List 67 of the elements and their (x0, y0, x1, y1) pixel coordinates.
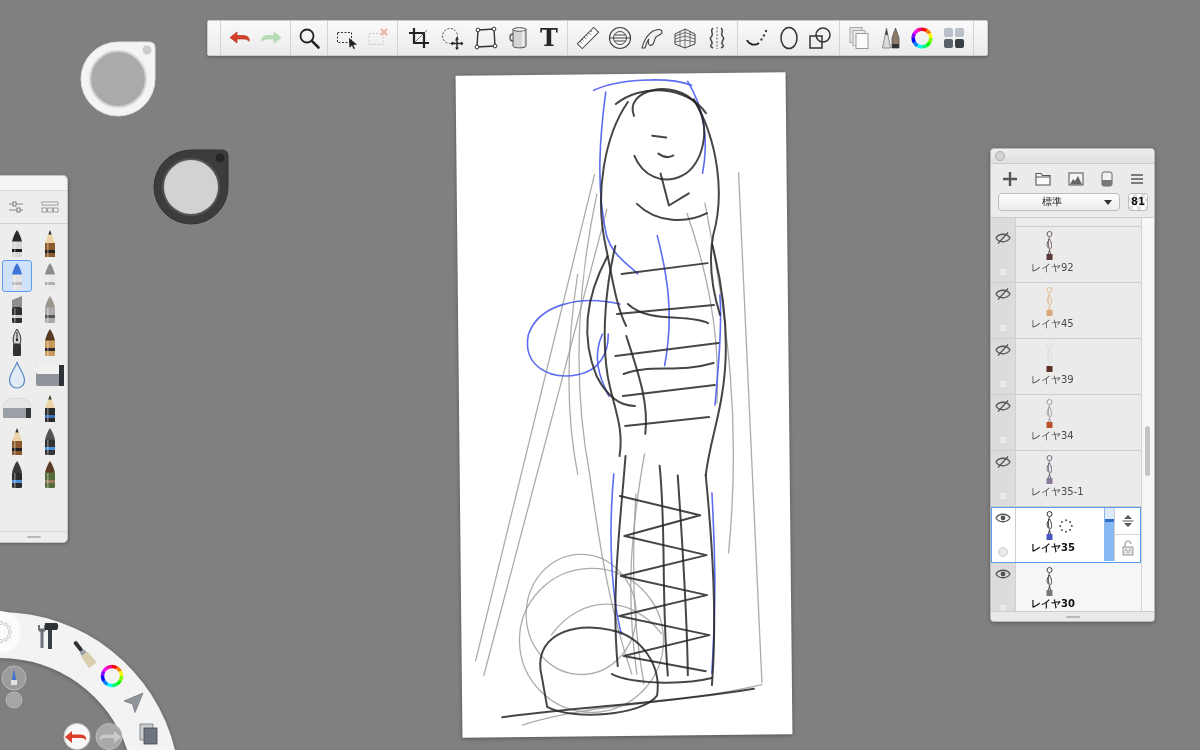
color-wheel-icon[interactable] (100, 664, 124, 688)
layer-row[interactable]: レイヤ34 (991, 395, 1141, 451)
layer-row[interactable]: レイヤ35 (991, 507, 1141, 563)
ellipse-guide-icon[interactable] (608, 26, 633, 50)
distort-icon[interactable] (473, 26, 498, 50)
crop-icon[interactable] (407, 26, 432, 50)
perspective-grid-icon[interactable] (672, 26, 697, 50)
figure-thumbnail-drawing (1046, 399, 1053, 428)
marker-icon[interactable] (1, 259, 32, 292)
rounded-eraser-icon[interactable] (1, 396, 32, 419)
lasso-move-icon[interactable] (440, 26, 465, 50)
layers-icon[interactable] (139, 723, 158, 745)
image-icon[interactable] (1067, 171, 1084, 186)
layer-name: レイヤ35 (1031, 542, 1075, 553)
eye-slash-icon[interactable] (995, 456, 1011, 468)
figure-thumbnail-drawing (1046, 287, 1053, 316)
layer-name: レイヤ30 (1031, 598, 1075, 609)
color-wheel-icon[interactable] (910, 26, 935, 50)
pointer-arrow-icon[interactable] (123, 692, 144, 713)
layer-row[interactable]: レイヤ92 (991, 227, 1141, 283)
four-squares-icon[interactable] (941, 26, 966, 50)
layer-name: レイヤ45 (1031, 318, 1074, 329)
layer-row[interactable]: レイヤ35-1 (991, 451, 1141, 507)
figure-thumbnail-drawing (1046, 511, 1053, 540)
resize-handle[interactable] (1065, 615, 1080, 618)
dotted-circle-icon (1059, 518, 1073, 533)
layer-name: レイヤ35-1 (1031, 486, 1084, 497)
figure-thumbnail-drawing (1046, 343, 1053, 372)
layer-opacity-slider[interactable] (1104, 508, 1114, 561)
paintbrush-icon[interactable] (72, 640, 97, 669)
blend-mode-dropdown[interactable]: 標準 (998, 193, 1120, 211)
layer-name: レイヤ92 (1031, 262, 1074, 273)
drawing-canvas[interactable] (455, 72, 793, 738)
folder-icon[interactable] (1034, 171, 1051, 186)
eye-slash-icon[interactable] (995, 232, 1011, 244)
figure-thumbnail-drawing (1046, 231, 1053, 260)
scrollbar-thumb[interactable] (1145, 426, 1150, 476)
up-down-arrows-icon[interactable] (1120, 514, 1135, 528)
layer-opacity-button[interactable]: 81 (1128, 193, 1148, 211)
figure-thumbnail-drawing (1046, 455, 1053, 484)
brush-circle-icon[interactable] (1, 665, 27, 691)
layer-row[interactable]: レイヤ39 (991, 339, 1141, 395)
menu-icon[interactable] (1129, 172, 1144, 185)
undo-icon[interactable] (63, 723, 91, 750)
resize-handle[interactable] (26, 536, 41, 538)
brush-puck-icon[interactable] (153, 149, 229, 225)
stacked-pages-icon[interactable] (847, 26, 872, 50)
eye-slash-icon[interactable] (995, 288, 1011, 300)
figure-thumbnail-drawing (1046, 567, 1053, 596)
dotted-ring-icon[interactable] (0, 611, 21, 653)
shapes-icon[interactable] (807, 26, 832, 50)
layer-name: レイヤ39 (1031, 374, 1074, 385)
eye-slash-icon[interactable] (995, 344, 1011, 356)
french-curve-icon[interactable] (640, 26, 665, 50)
layer-row[interactable]: レイヤ45 (991, 283, 1141, 339)
tools-icon[interactable] (38, 623, 59, 649)
eye-slash-icon[interactable] (995, 400, 1011, 412)
caret-icon (1104, 199, 1112, 205)
layer-name: レイヤ34 (1031, 430, 1074, 441)
text-tool[interactable]: T (539, 25, 558, 51)
search-icon[interactable] (297, 26, 321, 50)
eye-icon[interactable] (995, 568, 1011, 580)
layer-row[interactable]: レイヤ30 (991, 563, 1141, 611)
sliders-icon[interactable] (8, 199, 25, 215)
eye-icon[interactable] (995, 512, 1011, 524)
eraser-icon[interactable] (35, 362, 66, 387)
plus-icon[interactable] (1001, 170, 1018, 187)
